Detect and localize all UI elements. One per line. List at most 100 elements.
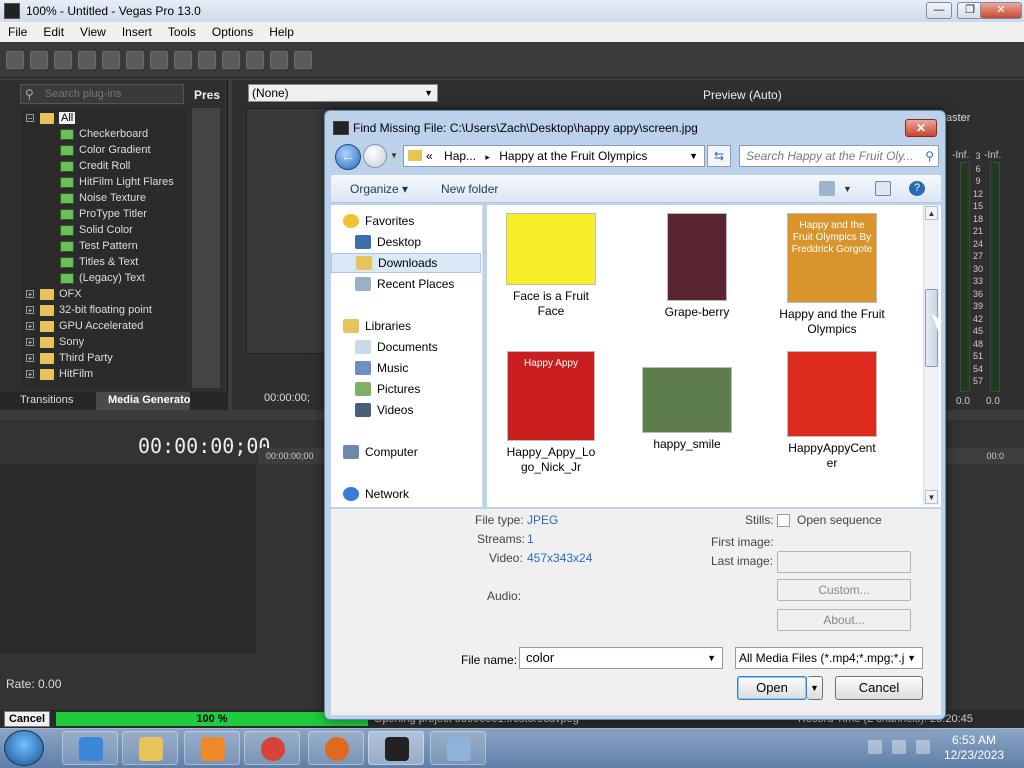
scroll-up-icon[interactable]: ▲ [925, 206, 938, 220]
nav-item-music[interactable]: Music [331, 358, 481, 378]
nav-item-recent-places[interactable]: Recent Places [331, 274, 481, 294]
preview-pane-icon[interactable] [875, 181, 891, 196]
menu-edit[interactable]: Edit [35, 25, 72, 39]
plugin-tree-item[interactable]: + Sony [26, 334, 84, 350]
nav-item-favorites[interactable]: Favorites [331, 211, 481, 231]
volume-icon[interactable] [916, 740, 930, 754]
recent-locations-chevron-icon[interactable]: ▼ [390, 151, 398, 160]
back-arrow-icon[interactable]: ← [335, 144, 361, 170]
organize-button[interactable]: Organize ▾ [350, 182, 408, 196]
plugin-tree-item[interactable]: Titles & Text [60, 254, 138, 270]
breadcrumb-current[interactable]: Happy at the Fruit Olympics [499, 149, 647, 163]
plugin-search-input[interactable]: ⚲ Search plug-ins [20, 84, 184, 104]
plugin-tree-item[interactable]: ProType Titler [60, 206, 147, 222]
collapse-icon[interactable]: − [26, 114, 34, 123]
breadcrumb-overflow[interactable]: « [426, 149, 433, 163]
close-button[interactable]: ✕ [980, 2, 1022, 19]
change-view-icon[interactable] [819, 181, 835, 196]
tab-transitions[interactable]: Transitions [20, 394, 73, 406]
minimize-button[interactable]: — [926, 2, 952, 19]
open-button[interactable]: Open [737, 676, 807, 700]
file-item[interactable]: Grape-berry [657, 205, 737, 320]
new-folder-button[interactable]: New folder [441, 182, 498, 196]
cancel-button[interactable]: Cancel [835, 676, 923, 700]
dialog-close-button[interactable]: ✕ [905, 119, 937, 137]
new-project-icon[interactable] [6, 50, 24, 69]
nav-item-pictures[interactable]: Pictures [331, 379, 481, 399]
cancel-load-button[interactable]: Cancel [4, 711, 50, 727]
open-folder-icon[interactable] [30, 50, 48, 69]
nav-item-documents[interactable]: Documents [331, 337, 481, 357]
address-chevron-down-icon[interactable]: ▼ [689, 146, 698, 166]
render-icon[interactable] [102, 50, 120, 69]
plugin-tree-item[interactable]: + GPU Accelerated [26, 318, 143, 334]
file-name-chevron-down-icon[interactable]: ▼ [707, 648, 716, 668]
menu-options[interactable]: Options [204, 25, 261, 39]
file-name-input[interactable]: color ▼ [519, 647, 723, 669]
flag-icon[interactable] [868, 740, 882, 754]
open-sequence-checkbox[interactable] [777, 514, 790, 527]
tab-media-generators[interactable]: Media Generators [96, 392, 190, 410]
taskbar-firefox[interactable] [308, 731, 364, 765]
folder-search-input[interactable]: Search Happy at the Fruit Oly... ⚲ [739, 145, 939, 167]
expand-icon[interactable]: + [26, 322, 34, 331]
nav-item-network[interactable]: Network [331, 484, 481, 504]
menu-tools[interactable]: Tools [160, 25, 204, 39]
taskbar-clock[interactable]: 6:53 AM 12/23/2023 [944, 733, 1004, 763]
network-tray-icon[interactable] [892, 740, 906, 754]
filter-chevron-down-icon[interactable]: ▼ [904, 648, 916, 668]
menu-file[interactable]: File [0, 25, 35, 39]
undo-icon[interactable] [222, 50, 240, 69]
help-pointer-icon[interactable] [294, 50, 312, 69]
nav-item-computer[interactable]: Computer [331, 442, 481, 462]
scroll-down-icon[interactable]: ▼ [925, 490, 938, 504]
save-as-icon[interactable] [78, 50, 96, 69]
plugin-tree-item[interactable]: − All [26, 110, 76, 126]
plugin-tree-item[interactable]: +32-bit floating point [26, 302, 152, 318]
taskbar-keyboard[interactable] [430, 731, 486, 765]
help-icon[interactable]: ? [909, 181, 925, 196]
menu-help[interactable]: Help [261, 25, 302, 39]
taskbar-ie[interactable] [62, 731, 118, 765]
open-options-chevron-icon[interactable]: ▼ [807, 676, 823, 700]
expand-icon[interactable]: + [26, 338, 34, 347]
menu-view[interactable]: View [72, 25, 114, 39]
nav-item-downloads[interactable]: Downloads [331, 253, 481, 273]
refresh-icon[interactable]: ⇆ [707, 145, 731, 167]
file-list-scrollbar[interactable]: ▲ ▼ [923, 205, 939, 505]
cut-icon[interactable] [150, 50, 168, 69]
preview-quality-label[interactable]: Preview (Auto) [703, 88, 782, 102]
start-button[interactable] [4, 730, 44, 766]
redo-icon[interactable] [246, 50, 264, 69]
file-item[interactable]: Happy Appy Happy_Appy_Logo_Nick_Jr [501, 339, 601, 475]
forward-arrow-icon[interactable] [363, 144, 387, 168]
nav-item-videos[interactable]: Videos [331, 400, 481, 420]
nav-item-desktop[interactable]: Desktop [331, 232, 481, 252]
taskbar-chrome[interactable] [244, 731, 300, 765]
nav-item-libraries[interactable]: Libraries [331, 316, 481, 336]
plugin-tree-item[interactable]: HitFilm Light Flares [60, 174, 174, 190]
plugin-tree-item[interactable]: + HitFilm [26, 366, 93, 382]
file-item[interactable]: happy_smile [637, 339, 737, 452]
taskbar-explorer[interactable] [122, 731, 178, 765]
plugin-tree-item[interactable]: Checkerboard [60, 126, 148, 142]
edit-tool-icon[interactable] [270, 50, 288, 69]
plugin-tree-item[interactable]: (Legacy) Text [60, 270, 145, 286]
plugin-tree-item[interactable]: Test Pattern [60, 238, 138, 254]
plugin-tree-item[interactable]: Color Gradient [60, 142, 151, 158]
address-bar[interactable]: « Hap... ▸ Happy at the Fruit Olympics ▼ [403, 145, 705, 167]
file-item[interactable]: HappyAppyCenter [777, 339, 887, 471]
copy-icon[interactable] [174, 50, 192, 69]
plugin-tree-item[interactable]: + OFX [26, 286, 82, 302]
properties-icon[interactable] [126, 50, 144, 69]
expand-icon[interactable]: + [26, 354, 34, 363]
plugin-tree-item[interactable]: + Third Party [26, 350, 113, 366]
taskbar-media-player[interactable] [184, 731, 240, 765]
view-chevron-down-icon[interactable]: ▼ [843, 184, 852, 194]
expand-icon[interactable]: + [26, 290, 34, 299]
file-type-filter-select[interactable]: All Media Files (*.mp4;*.mpg;*.j ▼ [735, 647, 923, 669]
expand-icon[interactable]: + [26, 370, 34, 379]
paste-icon[interactable] [198, 50, 216, 69]
fx-preset-select[interactable]: (None) ▼ [248, 84, 438, 102]
expand-icon[interactable]: + [26, 306, 34, 315]
